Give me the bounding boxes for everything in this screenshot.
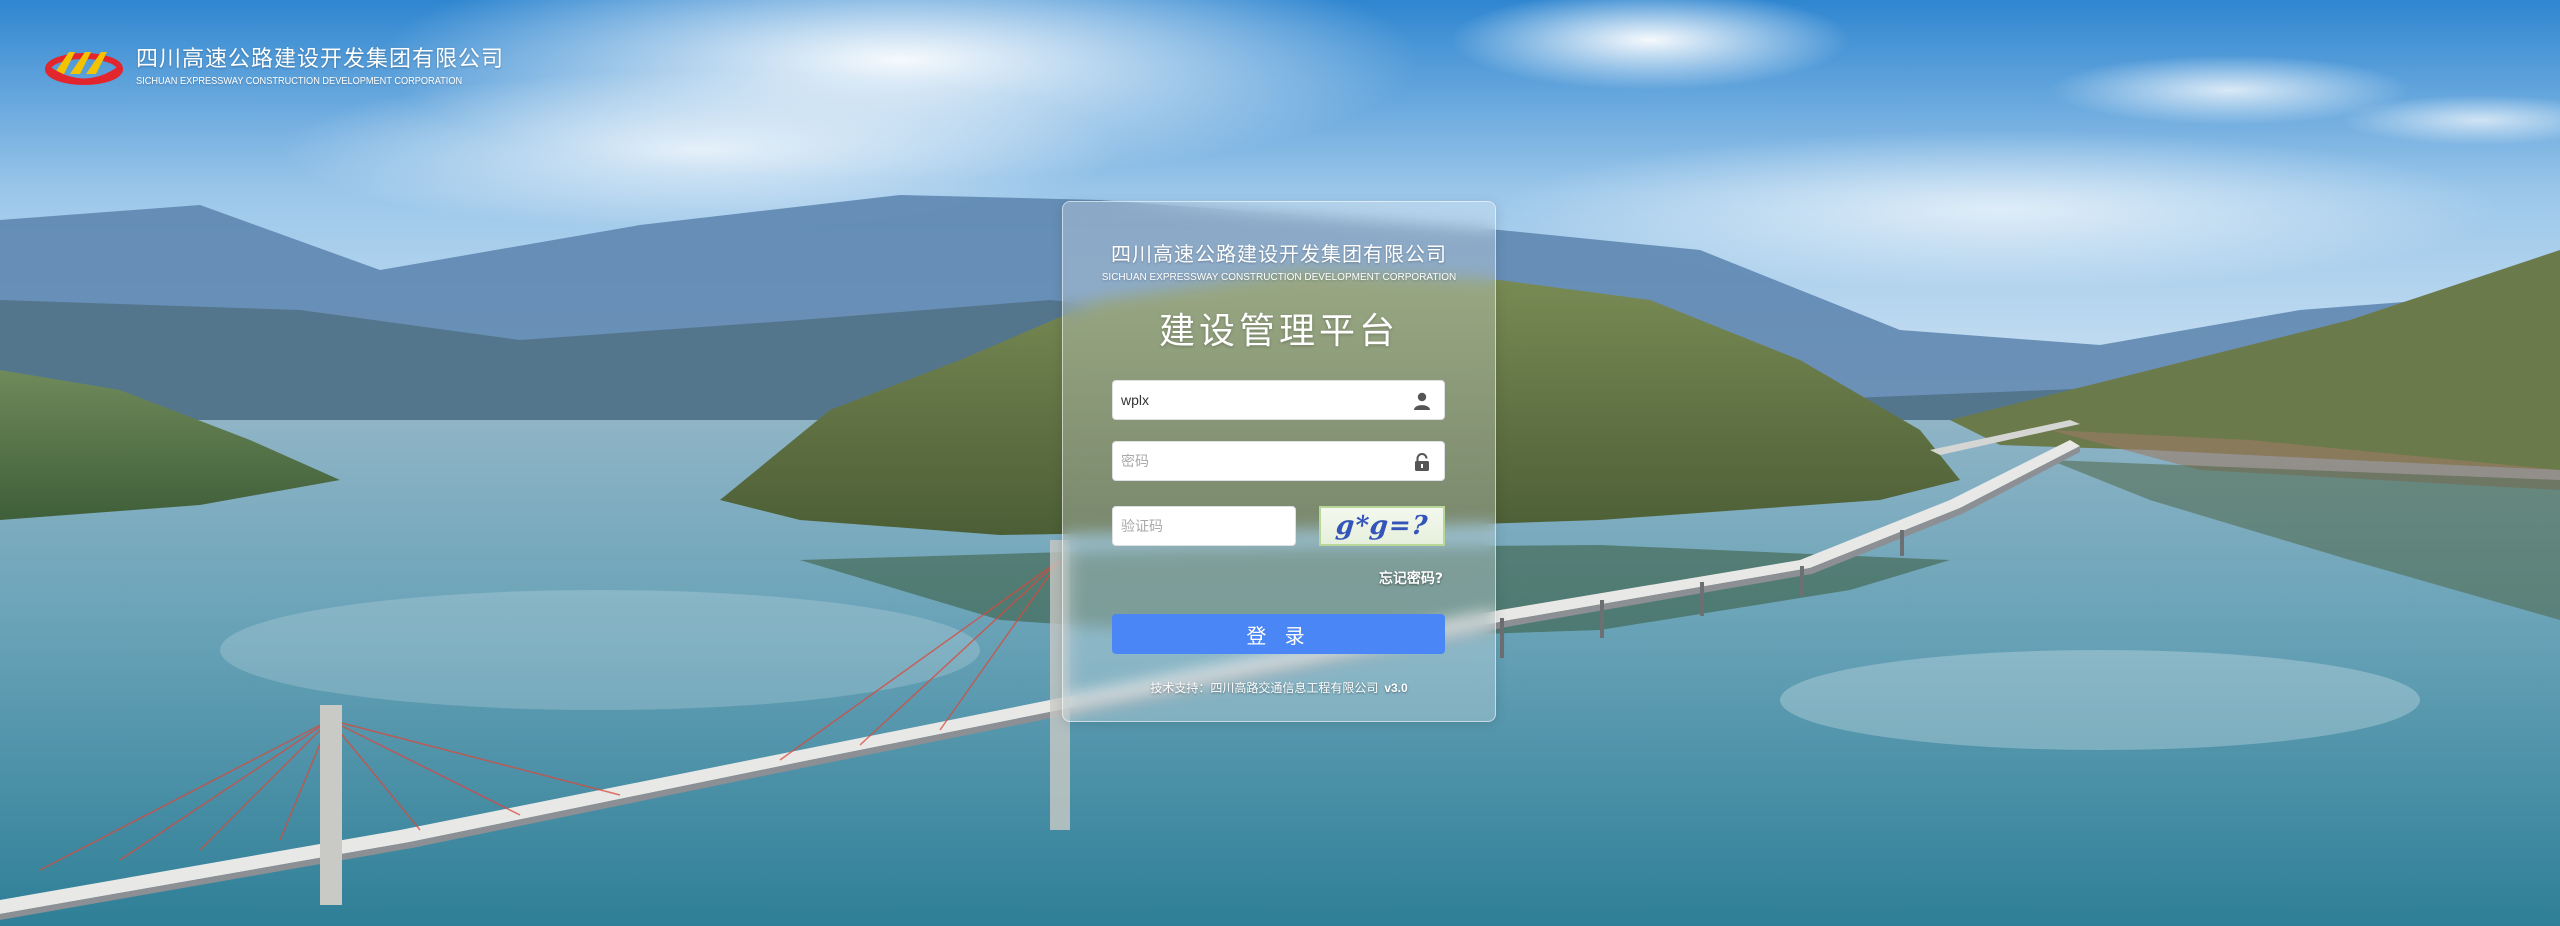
captcha-input[interactable] bbox=[1113, 507, 1295, 545]
version-label: v3.0 bbox=[1384, 681, 1408, 695]
captcha-image[interactable]: g*g=? bbox=[1319, 506, 1445, 546]
company-logo-icon bbox=[45, 52, 123, 85]
captcha-field bbox=[1112, 506, 1296, 546]
lock-icon bbox=[1415, 453, 1429, 471]
password-field bbox=[1112, 441, 1445, 481]
tech-support-footer: 技术支持：四川高路交通信息工程有限公司 v3.0 bbox=[1063, 679, 1495, 696]
username-input[interactable] bbox=[1113, 381, 1444, 419]
password-input[interactable] bbox=[1113, 442, 1444, 480]
platform-title: 建设管理平台 bbox=[1158, 311, 1399, 352]
panel-company-name-en: SICHUAN EXPRESSWAY CONSTRUCTION DEVELOPM… bbox=[1101, 272, 1457, 283]
captcha-image-text: g*g=? bbox=[1334, 511, 1430, 541]
panel-company-name-cn: 四川高速公路建设开发集团有限公司 bbox=[1111, 242, 1447, 266]
support-text: 技术支持：四川高路交通信息工程有限公司 bbox=[1150, 681, 1379, 695]
username-field bbox=[1112, 380, 1445, 420]
user-icon bbox=[1414, 392, 1430, 410]
brand-name-en: SICHUAN EXPRESSWAY CONSTRUCTION DEVELOPM… bbox=[136, 76, 463, 87]
brand-name-cn: 四川高速公路建设开发集团有限公司 bbox=[136, 47, 505, 72]
login-page: 四川高速公路建设开发集团有限公司 SICHUAN EXPRESSWAY CONS… bbox=[0, 0, 2560, 926]
login-panel: 四川高速公路建设开发集团有限公司 SICHUAN EXPRESSWAY CONS… bbox=[1062, 201, 1496, 722]
forgot-password-link[interactable]: 忘记密码? bbox=[1379, 568, 1443, 588]
brand-text: 四川高速公路建设开发集团有限公司 SICHUAN EXPRESSWAY CONS… bbox=[136, 45, 504, 89]
login-button[interactable]: 登 录 bbox=[1112, 614, 1445, 654]
brand-header: 四川高速公路建设开发集团有限公司 SICHUAN EXPRESSWAY CONS… bbox=[44, 44, 504, 90]
